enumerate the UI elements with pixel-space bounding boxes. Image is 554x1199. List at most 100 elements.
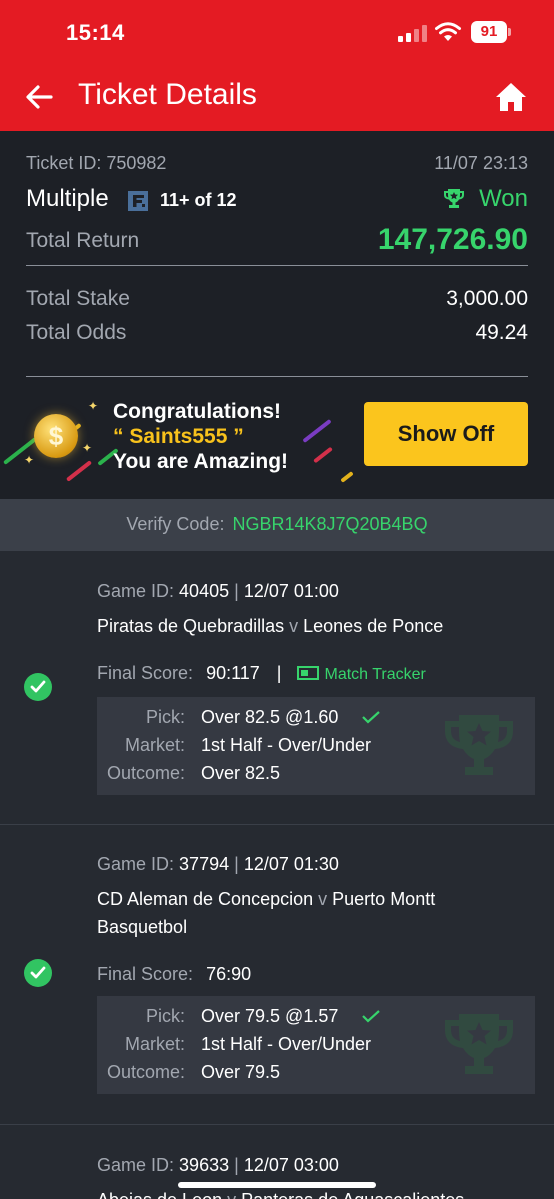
market-value: 1st Half - Over/Under [201,735,372,755]
ticket-type-row: Multiple 11+ of 12 Won [26,183,528,217]
total-stake-value: 3,000.00 [446,287,528,310]
game-meta: Game ID: 37794 | 12/07 01:30 [97,854,339,875]
game-time: 12/07 01:30 [243,854,339,874]
pick-details: Pick: Over 82.5 @1.60 Market: 1st Half -… [97,697,535,795]
score-separator: | [276,663,282,683]
match-tracker-label: Match Tracker [324,666,426,683]
game-meta: Game ID: 39633 | 12/07 03:00 [97,1155,339,1176]
total-odds-row: Total Odds 49.24 [26,321,528,349]
divider [26,265,528,266]
game-meta-separator: | [234,581,239,601]
game-time: 12/07 03:00 [243,1155,339,1175]
game-id-label: Game ID: [97,854,175,874]
outcome-label: Outcome: [106,1062,185,1082]
game-item: Game ID: 40405 | 12/07 01:00 Piratas de … [0,551,554,825]
trophy-icon [445,715,513,775]
pick-details: Pick: Over 79.5 @1.57 Market: 1st Half -… [97,996,535,1094]
wifi-icon [435,22,461,41]
total-return-row: Total Return 147,726.90 [26,223,528,263]
pick-value: Over 82.5 @1.60 [201,707,339,727]
ticket-status: Won [479,185,528,212]
ticket-id-row: Ticket ID: 750982 11/07 23:13 [26,153,528,174]
game-id: 39633 [179,1155,230,1175]
congrats-line-3: You are Amazing! [113,450,289,473]
ticket-type: Multiple [26,185,109,212]
pick-label: Pick: [145,1006,185,1026]
back-arrow-icon[interactable] [24,82,54,112]
battery-icon: 91 [471,21,511,43]
market-label: Market: [124,1034,185,1054]
home-icon[interactable] [494,80,528,114]
versus: v [227,1190,236,1199]
page-title: Ticket Details [78,78,257,111]
divider [26,376,528,377]
versus: v [289,616,299,636]
game-time: 12/07 01:00 [243,581,339,601]
ticket-date: 11/07 23:13 [434,153,528,173]
total-return-label: Total Return [26,229,140,252]
versus: v [318,889,328,909]
congrats-message: Congratulations! “ Saints555 ” You are A… [113,399,288,474]
final-score: 90:117 [206,663,260,683]
final-score-row: Final Score: 76:90 [97,964,251,985]
congrats-banner: ✦ ✦ ✦ $ Congratulations! “ Saints555 ” Y… [0,389,554,499]
status-bar: 15:14 91 [0,0,554,64]
ticket-summary: Ticket ID: 750982 11/07 23:13 Multiple 1… [0,131,554,499]
show-off-button[interactable]: Show Off [364,402,528,466]
game-id: 37794 [179,854,230,874]
home-team: Piratas de Quebradillas [97,616,285,636]
verify-code-value[interactable]: NGBR14K8J7Q20B4BQ [232,514,427,534]
total-return-value: 147,726.90 [377,223,528,256]
total-stake-label: Total Stake [26,287,130,310]
market-value: 1st Half - Over/Under [201,1034,372,1054]
game-id-label: Game ID: [97,581,175,601]
total-stake-row: Total Stake 3,000.00 [26,287,528,315]
ticket-win-count: 11+ of 12 [160,190,237,210]
away-team: Leones de Ponce [303,616,444,636]
congrats-line-1: Congratulations! [113,400,281,423]
congrats-username: “ Saints555 ” [113,425,244,448]
game-teams: CD Aleman de Concepcion v Puerto Montt B… [97,885,477,941]
nav-bar: Ticket Details [0,64,554,131]
home-team: Abejas de Leon [97,1190,222,1199]
match-tracker-link[interactable]: Match Tracker [296,666,426,683]
pick-label: Pick: [145,707,185,727]
outcome-label: Outcome: [106,763,185,783]
won-check-icon [24,959,52,987]
market-label: Market: [124,735,185,755]
cellular-signal-icon [398,24,428,42]
check-icon [362,1010,380,1023]
check-icon [362,711,380,724]
game-meta-separator: | [234,1155,239,1175]
total-odds-value: 49.24 [475,321,528,344]
outcome-value: Over 79.5 [201,1062,281,1082]
outcome-value: Over 82.5 [201,763,281,783]
final-score: 76:90 [206,964,252,984]
verify-code-bar: Verify Code: NGBR14K8J7Q20B4BQ [0,499,554,551]
ticket-id: Ticket ID: 750982 [26,153,167,173]
status-time: 15:14 [66,20,125,45]
game-id: 40405 [179,581,230,601]
game-meta: Game ID: 40405 | 12/07 01:00 [97,581,339,602]
final-score-label: Final Score: [97,964,194,984]
verify-code-label: Verify Code: [126,514,225,534]
coin-symbol: $ [48,421,64,451]
game-meta-separator: | [234,854,239,874]
game-id-label: Game ID: [97,1155,175,1175]
won-check-icon [24,673,52,701]
battery-level: 91 [471,21,507,43]
home-indicator[interactable] [178,1182,376,1188]
trophy-icon [445,1014,513,1074]
coin-icon: $ [34,414,78,458]
final-score-row: Final Score: 90:117 | Match Tracker [97,663,426,684]
game-item: Game ID: 37794 | 12/07 01:30 CD Aleman d… [0,825,554,1125]
app-header: 15:14 91 Ticket Details [0,0,554,131]
match-tracker-icon [296,666,319,680]
pick-value: Over 79.5 @1.57 [201,1006,339,1026]
away-team: Panteras de Aguascalientes [241,1190,464,1199]
total-odds-label: Total Odds [26,321,127,344]
flexibet-icon [128,191,148,211]
final-score-label: Final Score: [97,663,194,683]
home-team: CD Aleman de Concepcion [97,889,314,909]
trophy-icon [444,189,464,208]
